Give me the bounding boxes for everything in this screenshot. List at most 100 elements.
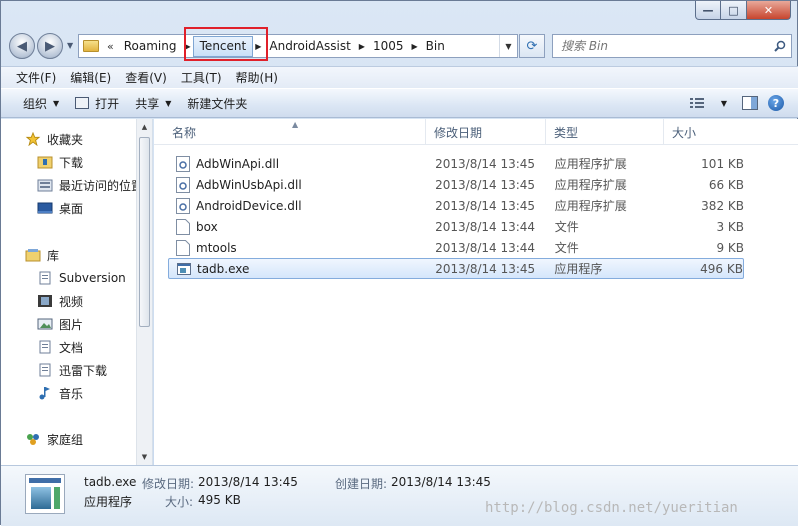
document-icon xyxy=(39,363,51,377)
details-pane: tadb.exe 应用程序 修改日期: 2013/8/14 13:45 大小: … xyxy=(1,465,798,526)
file-row[interactable]: AdbWinUsbApi.dll 2013/8/14 13:45 应用程序扩展 … xyxy=(168,174,744,195)
dll-icon xyxy=(176,155,190,172)
music-icon xyxy=(39,387,50,400)
scroll-down-icon[interactable]: ▼ xyxy=(137,449,152,465)
file-row-selected[interactable]: tadb.exe 2013/8/14 13:45 应用程序 496 KB xyxy=(168,258,744,279)
change-view-button[interactable] xyxy=(685,92,711,114)
organize-button[interactable]: 组织 ▼ xyxy=(15,91,67,115)
open-button[interactable]: 打开 xyxy=(67,91,127,115)
file-row[interactable]: AdbWinApi.dll 2013/8/14 13:45 应用程序扩展 101… xyxy=(168,153,744,174)
forward-button[interactable]: ▶ xyxy=(37,33,63,59)
file-icon xyxy=(176,239,190,256)
menu-view[interactable]: 查看(V) xyxy=(118,69,174,86)
column-header-name[interactable]: ▲ 名称 xyxy=(154,119,426,145)
breadcrumb-separator-icon[interactable]: ▶ xyxy=(253,42,263,51)
help-icon: ? xyxy=(768,95,784,111)
maximize-button[interactable]: □ xyxy=(721,1,747,20)
search-box[interactable] xyxy=(552,34,792,58)
details-created-label: 创建日期: xyxy=(335,477,388,491)
preview-pane-button[interactable] xyxy=(737,92,763,114)
breadcrumb-androidassist[interactable]: AndroidAssist xyxy=(263,35,356,57)
details-file-name: tadb.exe xyxy=(84,475,137,489)
new-folder-button[interactable]: 新建文件夹 xyxy=(179,91,255,115)
star-icon xyxy=(25,132,41,146)
sort-ascending-icon: ▲ xyxy=(292,120,299,129)
breadcrumb-bin[interactable]: Bin xyxy=(420,35,451,57)
nav-item-favorites[interactable]: 收藏夹 xyxy=(25,129,152,149)
caption-buttons: — □ ✕ xyxy=(695,1,791,20)
column-headers: ▲ 名称 修改日期 类型 大小 xyxy=(154,119,798,145)
address-bar[interactable]: « Roaming ▶ Tencent ▶ AndroidAssist ▶ 10… xyxy=(78,34,518,58)
recent-places-icon xyxy=(37,179,53,192)
exe-thumbnail-icon xyxy=(25,474,65,514)
menu-help[interactable]: 帮助(H) xyxy=(229,69,285,86)
document-library-icon xyxy=(39,271,51,285)
dll-icon xyxy=(176,197,190,214)
search-icon[interactable] xyxy=(769,40,791,52)
menu-file[interactable]: 文件(F) xyxy=(9,69,63,86)
close-button[interactable]: ✕ xyxy=(747,1,791,20)
homegroup-icon xyxy=(27,434,39,445)
help-button[interactable]: ? xyxy=(763,92,789,114)
breadcrumb-1005[interactable]: 1005 xyxy=(367,35,410,57)
picture-icon xyxy=(37,318,53,330)
back-button[interactable]: ◀ xyxy=(9,33,35,59)
breadcrumb-separator-icon[interactable]: ▶ xyxy=(357,42,367,51)
close-icon: ✕ xyxy=(763,3,774,17)
file-row[interactable]: AndroidDevice.dll 2013/8/14 13:45 应用程序扩展… xyxy=(168,195,744,216)
scrollbar-thumb[interactable] xyxy=(139,137,150,327)
menu-bar: 文件(F) 编辑(E) 查看(V) 工具(T) 帮助(H) xyxy=(1,66,798,88)
navigation-row: ◀ ▶ ▼ « Roaming ▶ Tencent ▶ AndroidAssis… xyxy=(1,31,798,61)
column-header-size[interactable]: 大小 xyxy=(664,119,744,145)
command-bar: 组织 ▼ 打开 共享 ▼ 新建文件夹 ▼ ? xyxy=(1,88,798,118)
details-size-label: 大小: xyxy=(165,495,194,509)
share-label: 共享 xyxy=(135,96,160,111)
share-button[interactable]: 共享 ▼ xyxy=(127,91,179,115)
column-header-type[interactable]: 类型 xyxy=(546,119,664,145)
nav-item-libraries[interactable]: 库 xyxy=(25,245,152,265)
chevron-down-icon: ▼ xyxy=(165,98,172,108)
view-options-icon xyxy=(690,98,704,108)
refresh-button[interactable]: ⟳ xyxy=(519,34,545,58)
explorer-window: — □ ✕ ◀ ▶ ▼ « Roaming ▶ Tencent ▶ Androi… xyxy=(0,0,798,526)
address-dropdown-icon[interactable]: ▼ xyxy=(499,35,517,57)
scroll-up-icon[interactable]: ▲ xyxy=(137,119,152,135)
breadcrumb-tencent[interactable]: Tencent xyxy=(192,35,254,57)
menu-tools[interactable]: 工具(T) xyxy=(174,69,229,86)
document-icon xyxy=(39,340,51,354)
arrow-left-icon: ◀ xyxy=(17,38,27,54)
chevron-down-icon: ▼ xyxy=(720,98,728,108)
details-file-type: 应用程序 xyxy=(84,495,133,509)
column-header-date[interactable]: 修改日期 xyxy=(426,119,546,145)
library-icon xyxy=(25,249,41,262)
new-folder-label: 新建文件夹 xyxy=(187,96,248,111)
watermark-text: http://blog.csdn.net/yueritian xyxy=(485,500,738,516)
exe-icon xyxy=(177,262,191,275)
file-icon xyxy=(176,218,190,235)
organize-label: 组织 xyxy=(23,96,48,111)
breadcrumb-separator-icon[interactable]: ▶ xyxy=(182,42,192,51)
details-modified-value: 2013/8/14 13:45 xyxy=(198,475,298,489)
breadcrumb-roaming[interactable]: Roaming xyxy=(118,35,183,57)
details-created-value: 2013/8/14 13:45 xyxy=(391,475,491,489)
more-locations-icon[interactable]: « xyxy=(107,40,114,53)
download-folder-icon xyxy=(37,156,53,169)
breadcrumb-separator-icon[interactable]: ▶ xyxy=(409,42,419,51)
desktop-icon xyxy=(37,202,53,214)
search-input[interactable] xyxy=(553,36,769,56)
details-size-value: 495 KB xyxy=(198,493,241,507)
file-row[interactable]: box 2013/8/14 13:44 文件 3 KB xyxy=(168,216,744,237)
navigation-scrollbar[interactable]: ▲ ▼ xyxy=(136,119,152,465)
menu-edit[interactable]: 编辑(E) xyxy=(63,69,118,86)
open-icon xyxy=(75,97,90,109)
file-row[interactable]: mtools 2013/8/14 13:44 文件 9 KB xyxy=(168,237,744,258)
file-list-pane: ▲ 名称 修改日期 类型 大小 AdbWinApi.dll 2013/8/14 … xyxy=(154,119,798,465)
recent-pages-dropdown-icon[interactable]: ▼ xyxy=(67,41,73,50)
dll-icon xyxy=(176,176,190,193)
nav-item-homegroup[interactable]: 家庭组 xyxy=(25,429,152,449)
preview-pane-icon xyxy=(742,96,758,110)
minimize-button[interactable]: — xyxy=(695,1,721,20)
folder-icon xyxy=(83,40,99,52)
refresh-icon: ⟳ xyxy=(526,38,538,54)
view-dropdown-button[interactable]: ▼ xyxy=(711,92,737,114)
